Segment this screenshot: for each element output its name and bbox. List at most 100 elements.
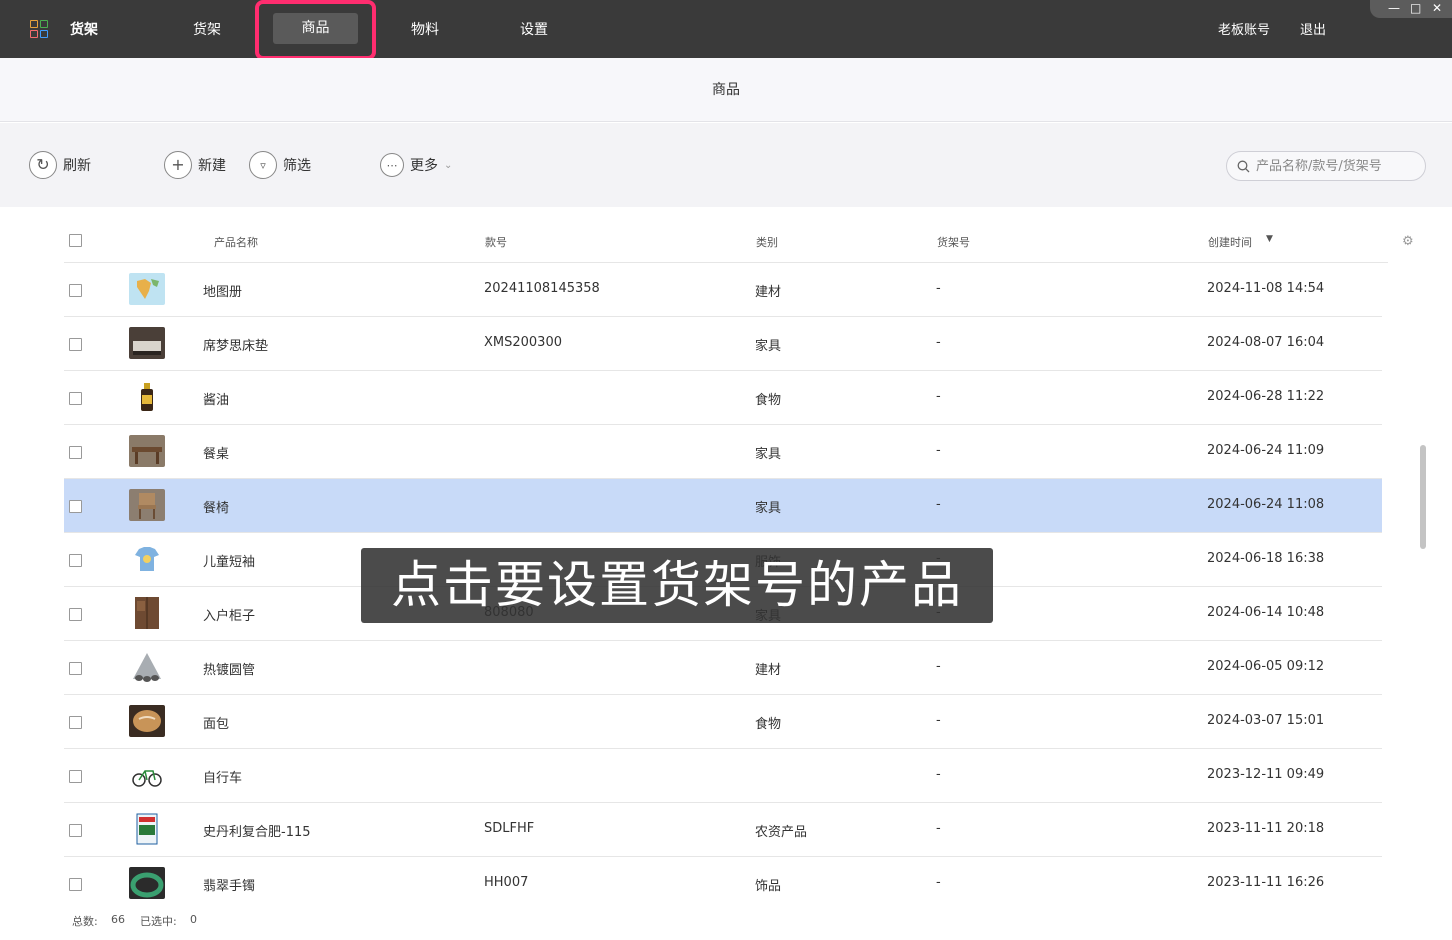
cell-name: 自行车 [203,771,243,786]
row-checkbox[interactable] [69,392,82,405]
cell-name: 席梦思床垫 [203,339,269,354]
total-label: 总数: [72,915,98,928]
cell-name: 面包 [203,717,230,732]
table-row[interactable]: 翡翠手镯 HH007 饰品 - 2023-11-11 16:26 [64,857,1382,902]
cell-created: 2023-11-11 16:26 [1207,875,1325,890]
top-nav-bar: 货架 货架 商品 物料 设置 老板账号 退出 — □ ✕ [0,0,1452,60]
plus-icon: + [164,151,192,179]
cell-name: 地图册 [203,285,243,300]
table-row[interactable]: 席梦思床垫 XMS200300 家具 - 2024-08-07 16:04 [64,317,1382,371]
cell-name: 酱油 [203,393,230,408]
gear-icon[interactable]: ⚙ [1402,234,1414,249]
logout-link[interactable]: 退出 [1300,19,1326,38]
product-thumbnail [129,273,165,305]
toolbar: ↻ 刷新 + 新建 ▿ 筛选 ⋯ 更多 ⌄ [0,123,1452,207]
column-code[interactable]: 款号 [485,234,507,250]
cell-category: 建材 [755,663,782,678]
tutorial-caption: 点击要设置货架号的产品 [361,548,993,623]
select-all-checkbox[interactable] [69,234,82,247]
cell-created: 2024-06-05 09:12 [1207,659,1325,674]
table-row[interactable]: 餐桌 家具 - 2024-06-24 11:09 [64,425,1382,479]
minimize-icon[interactable]: — [1388,1,1400,15]
close-icon[interactable]: ✕ [1432,1,1442,15]
cell-created: 2024-06-14 10:48 [1207,605,1325,620]
cell-shelf: - [936,281,941,296]
row-checkbox[interactable] [69,554,82,567]
row-checkbox[interactable] [69,338,82,351]
cell-code: HH007 [484,875,529,890]
column-name[interactable]: 产品名称 [214,234,258,250]
cell-category: 饰品 [755,879,782,894]
row-checkbox[interactable] [69,878,82,891]
cell-created: 2024-08-07 16:04 [1207,335,1325,350]
row-checkbox[interactable] [69,824,82,837]
table-row[interactable]: 地图册 20241108145358 建材 - 2024-11-08 14:54 [64,263,1382,317]
row-checkbox[interactable] [69,608,82,621]
scrollbar[interactable] [1420,445,1426,549]
app-grid-icon [30,20,48,38]
cell-category: 农资产品 [755,825,808,840]
product-thumbnail [129,381,165,413]
column-created[interactable]: 创建时间 [1208,234,1252,250]
cell-category: 家具 [755,339,782,354]
cell-created: 2023-12-11 09:49 [1207,767,1325,782]
table-row[interactable]: 酱油 食物 - 2024-06-28 11:22 [64,371,1382,425]
cell-category: 食物 [755,717,782,732]
nav-materials[interactable]: 物料 [411,19,439,39]
row-checkbox[interactable] [69,446,82,459]
product-thumbnail [129,651,165,683]
filter-label: 筛选 [283,158,311,174]
product-thumbnail [129,705,165,737]
column-shelf[interactable]: 货架号 [937,234,970,250]
row-checkbox[interactable] [69,500,82,513]
table-row[interactable]: 餐椅 家具 - 2024-06-24 11:08 [64,479,1382,533]
cell-code: 20241108145358 [484,281,600,296]
search-box[interactable] [1226,151,1426,181]
cell-category: 建材 [755,285,782,300]
nav-shelf[interactable]: 货架 [193,19,221,39]
cell-shelf: - [936,713,941,728]
nav-settings[interactable]: 设置 [520,19,548,39]
filter-icon: ▿ [249,151,277,179]
table-row[interactable]: 面包 食物 - 2024-03-07 15:01 [64,695,1382,749]
cell-name: 入户柜子 [203,609,256,624]
total-count: 66 [111,913,125,926]
cell-shelf: - [936,443,941,458]
product-thumbnail [129,489,165,521]
row-checkbox[interactable] [69,716,82,729]
nav-products[interactable]: 商品 [273,13,358,44]
app-title: 货架 [70,22,98,38]
sort-desc-icon[interactable]: ▼ [1266,234,1273,244]
cell-created: 2024-03-07 15:01 [1207,713,1325,728]
search-input[interactable] [1256,158,1416,174]
cell-name: 热镀圆管 [203,663,256,678]
cell-code: XMS200300 [484,335,562,350]
maximize-icon[interactable]: □ [1410,1,1421,15]
row-checkbox[interactable] [69,284,82,297]
product-thumbnail [129,597,165,629]
product-thumbnail [129,759,165,791]
table-row[interactable]: 自行车 - 2023-12-11 09:49 [64,749,1382,803]
refresh-button[interactable]: ↻ 刷新 [29,151,91,179]
account-link[interactable]: 老板账号 [1218,19,1270,38]
table-row[interactable]: 热镀圆管 建材 - 2024-06-05 09:12 [64,641,1382,695]
more-button[interactable]: ⋯ 更多 ⌄ [380,151,452,179]
cell-created: 2024-11-08 14:54 [1207,281,1325,296]
product-thumbnail [129,435,165,467]
column-category[interactable]: 类别 [756,234,778,250]
cell-shelf: - [936,497,941,512]
table-header: 产品名称 款号 类别 货架号 创建时间 ▼ [64,225,1388,263]
row-checkbox[interactable] [69,662,82,675]
cell-name: 儿童短袖 [203,555,256,570]
more-label: 更多 [410,158,438,174]
cell-created: 2024-06-24 11:09 [1207,443,1325,458]
new-button[interactable]: + 新建 [164,151,226,179]
filter-button[interactable]: ▿ 筛选 [249,151,311,179]
cell-category: 家具 [755,447,782,462]
row-checkbox[interactable] [69,770,82,783]
window-controls: — □ ✕ [1370,0,1452,18]
cell-shelf: - [936,821,941,836]
table-row[interactable]: 史丹利复合肥-115 SDLFHF 农资产品 - 2023-11-11 20:18 [64,803,1382,857]
product-thumbnail [129,543,165,575]
selected-label: 已选中: [140,915,177,928]
